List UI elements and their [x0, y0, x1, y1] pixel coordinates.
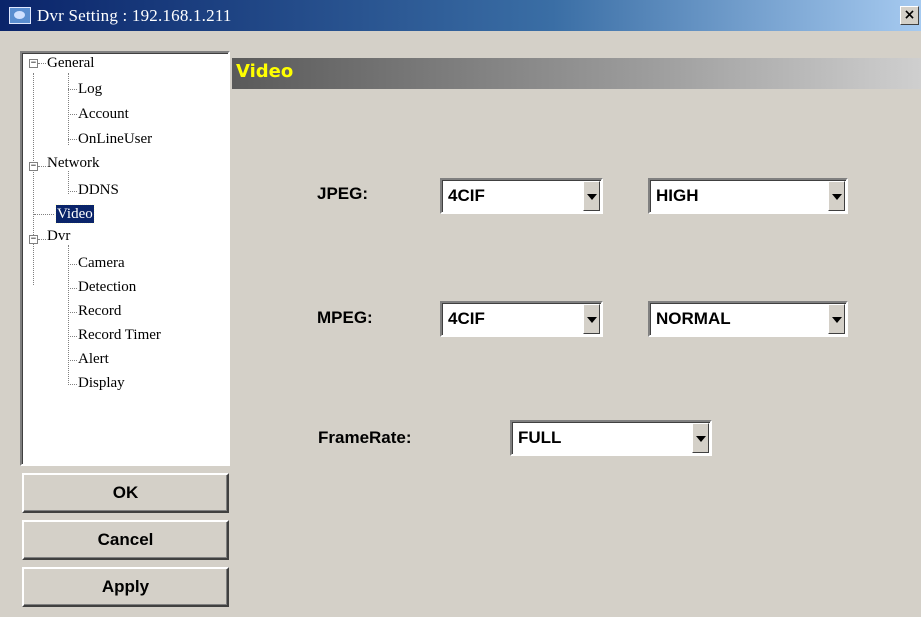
collapse-network-icon[interactable]: − [29, 162, 38, 171]
collapse-dvr-icon[interactable]: − [29, 235, 38, 244]
section-header: Video [232, 58, 921, 89]
apply-button[interactable]: Apply [22, 567, 229, 607]
tree-connector [33, 73, 34, 285]
chevron-down-icon[interactable] [583, 304, 600, 334]
tree-connector [68, 288, 77, 289]
tree-item-onlineuser[interactable]: OnLineUser [78, 130, 152, 148]
tree-connector [68, 114, 77, 115]
tree-connector [68, 245, 69, 385]
chevron-down-icon[interactable] [692, 423, 709, 453]
mpeg-resolution-value: 4CIF [448, 309, 485, 328]
framerate-select[interactable]: FULL [510, 420, 712, 456]
jpeg-quality-value: HIGH [656, 186, 699, 205]
settings-tree[interactable]: − General Log Account OnLineUser − Netwo… [20, 51, 230, 466]
section-title: Video [236, 61, 294, 82]
tree-item-camera[interactable]: Camera [78, 254, 125, 272]
tree-item-network[interactable]: Network [47, 154, 100, 172]
tree-connector [68, 312, 77, 313]
tree-item-video[interactable]: Video [55, 204, 95, 224]
tree-connector [68, 336, 77, 337]
tree-item-record-timer[interactable]: Record Timer [78, 326, 161, 344]
chevron-down-icon[interactable] [828, 181, 845, 211]
tree-connector [34, 214, 54, 215]
tree-connector [68, 89, 77, 90]
jpeg-label: JPEG: [317, 184, 369, 203]
chevron-down-icon[interactable] [583, 181, 600, 211]
tree-item-ddns[interactable]: DDNS [78, 181, 119, 199]
tree-connector [68, 360, 77, 361]
tree-item-record[interactable]: Record [78, 302, 121, 320]
jpeg-resolution-select[interactable]: 4CIF [440, 178, 603, 214]
ok-button[interactable]: OK [22, 473, 229, 513]
tree-connector [38, 239, 46, 240]
tree-connector [38, 166, 46, 167]
jpeg-quality-select[interactable]: HIGH [648, 178, 848, 214]
tree-connector [68, 384, 77, 385]
tree-item-alert[interactable]: Alert [78, 350, 109, 368]
mpeg-quality-value: NORMAL [656, 309, 731, 328]
cancel-button[interactable]: Cancel [22, 520, 229, 560]
tree-connector [68, 139, 77, 140]
close-button[interactable]: × [900, 6, 919, 25]
framerate-label: FrameRate: [318, 428, 412, 447]
title-bar[interactable]: Dvr Setting : 192.168.1.211 × [0, 0, 921, 31]
tree-connector [38, 63, 46, 64]
window-title: Dvr Setting : 192.168.1.211 [37, 6, 232, 25]
tree-item-log[interactable]: Log [78, 80, 102, 98]
tree-connector [68, 73, 69, 145]
tree-item-display[interactable]: Display [78, 374, 125, 392]
collapse-general-icon[interactable]: − [29, 59, 38, 68]
tree-item-dvr[interactable]: Dvr [47, 227, 70, 245]
tree-item-detection[interactable]: Detection [78, 278, 136, 296]
mpeg-label: MPEG: [317, 308, 373, 327]
framerate-value: FULL [518, 428, 562, 447]
jpeg-resolution-value: 4CIF [448, 186, 485, 205]
tree-connector [68, 264, 77, 265]
mpeg-resolution-select[interactable]: 4CIF [440, 301, 603, 337]
tree-item-account[interactable]: Account [78, 105, 129, 123]
mpeg-quality-select[interactable]: NORMAL [648, 301, 848, 337]
chevron-down-icon[interactable] [828, 304, 845, 334]
tree-connector [68, 191, 77, 192]
app-icon [9, 7, 31, 24]
tree-item-general[interactable]: General [47, 54, 94, 72]
